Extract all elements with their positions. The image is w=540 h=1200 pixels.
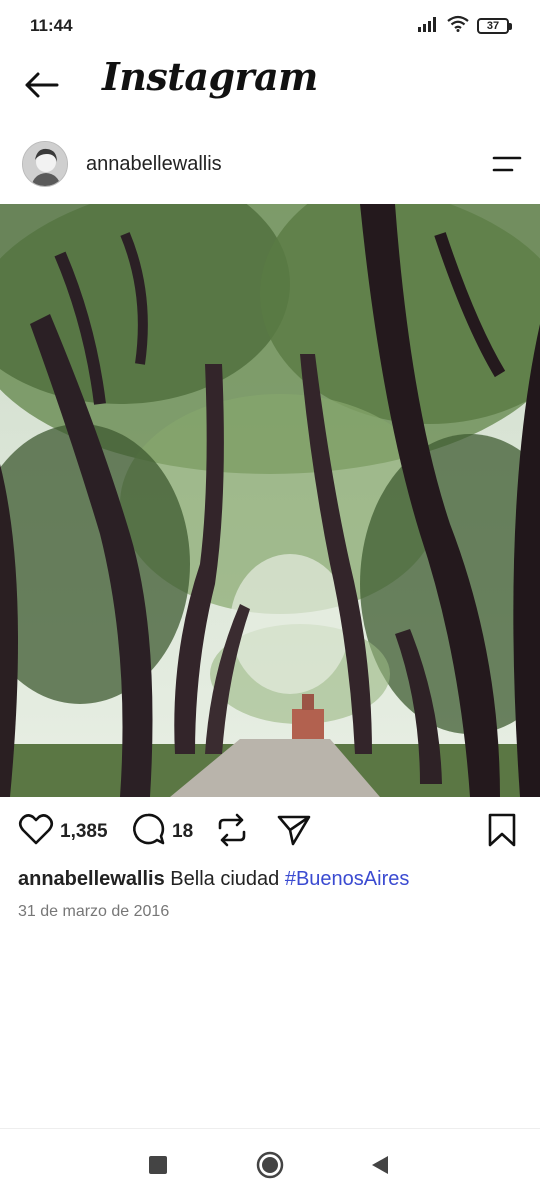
like-button[interactable]: 1,385	[18, 812, 108, 851]
caption-hashtag[interactable]: #BuenosAires	[285, 868, 410, 890]
post-menu-button[interactable]	[488, 146, 526, 182]
home-circle-icon	[256, 1151, 284, 1184]
home-button[interactable]	[252, 1149, 288, 1185]
avatar[interactable]	[22, 141, 68, 187]
recents-square-icon	[148, 1155, 168, 1180]
back-arrow-icon	[23, 71, 59, 104]
comment-count: 18	[172, 820, 194, 842]
post-date: 31 de marzo de 2016	[18, 903, 170, 920]
comment-icon	[130, 812, 166, 851]
app-header: Instagram	[0, 52, 540, 122]
post-actions: 1,385 18	[0, 808, 540, 858]
caption-username[interactable]: annabellewallis	[18, 868, 165, 890]
post-caption: annabellewallis Bella ciudad #BuenosAire…	[18, 868, 409, 891]
caption-text: Bella ciudad	[170, 868, 280, 890]
share-button[interactable]	[276, 812, 312, 853]
menu-icon	[488, 156, 526, 186]
send-icon	[276, 812, 312, 853]
recents-button[interactable]	[140, 1149, 176, 1185]
repost-button[interactable]	[214, 812, 250, 853]
nav-back-button[interactable]	[362, 1149, 398, 1185]
heart-icon	[18, 812, 54, 851]
post-image[interactable]	[0, 204, 540, 797]
wifi-icon	[447, 15, 469, 37]
battery-icon: 37	[477, 18, 512, 34]
status-time: 11:44	[30, 16, 73, 35]
battery-level: 37	[477, 18, 509, 34]
save-button[interactable]	[486, 812, 518, 853]
signal-icon	[417, 16, 439, 37]
bookmark-icon	[486, 812, 518, 853]
post-username[interactable]: annabellewallis	[86, 153, 222, 176]
system-nav-bar	[0, 1128, 540, 1200]
post-header: annabellewallis	[0, 132, 540, 198]
back-triangle-icon	[370, 1154, 390, 1181]
status-icons: 37	[417, 15, 512, 37]
status-bar: 11:44 37	[0, 0, 540, 52]
repost-icon	[214, 812, 250, 853]
app-logo: Instagram	[102, 54, 318, 99]
like-count: 1,385	[60, 820, 108, 842]
back-button[interactable]	[18, 64, 64, 110]
comment-button[interactable]: 18	[130, 812, 193, 851]
